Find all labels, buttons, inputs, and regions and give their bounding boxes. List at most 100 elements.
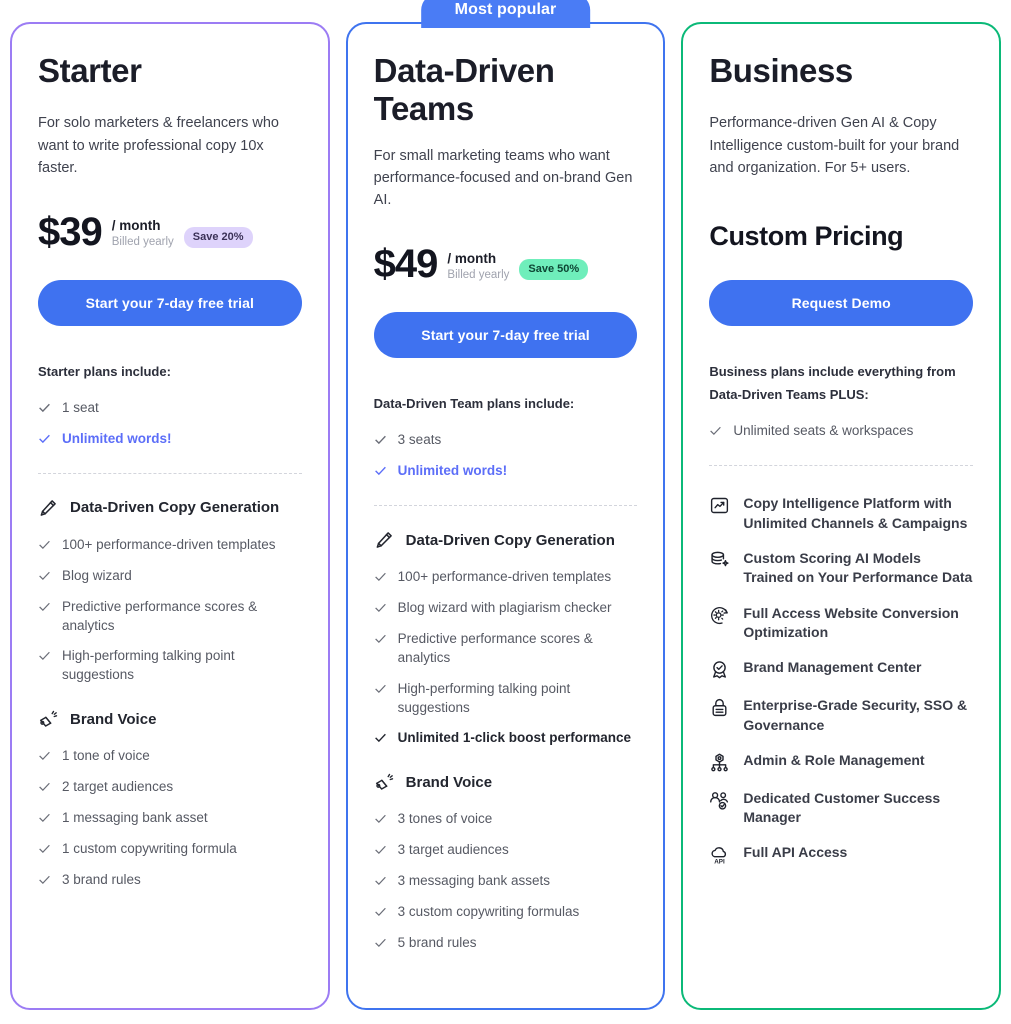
list-item-label: Unlimited words! [397,463,508,479]
org-chart-icon [711,753,729,772]
includes-list-starter: 1 seat Unlimited words! [38,393,302,455]
list-item-label: Unlimited 1-click boost performance [397,730,631,746]
plan-name-business: Business [709,52,853,89]
includes-title-business: Business plans include everything from D… [709,363,956,403]
price-billed-starter: Billed yearly [111,236,174,249]
includes-title-data-driven-teams: Data-Driven Team plans include: [373,395,575,411]
check-icon [374,634,386,643]
check-icon [374,466,386,476]
feature-row: API Full API Access [709,835,973,873]
feature-group-header: Data-Driven Copy Generation [374,530,638,550]
check-icon [39,844,50,853]
check-icon [710,427,722,436]
check-icon [39,782,50,792]
price-period-starter: / month [111,218,161,234]
feature-list-brand-voice-teams: 3 tones of voice 3 target audiences 3 me… [374,804,638,958]
plan-name-starter: Starter [38,52,142,89]
list-item: Unlimited words! [38,424,302,455]
feature-row-label: Brand Management Center [743,659,922,676]
check-icon [39,434,50,444]
cta-button-starter[interactable]: Start your 7-day free trial [38,279,302,326]
list-item: 1 seat [38,393,302,424]
list-item: 3 tones of voice [374,804,638,835]
pricing-card-business: Business Performance-driven Gen AI & Cop… [681,22,1002,1010]
feature-group-title: Data-Driven Copy Generation [70,499,280,517]
list-item: 3 custom copywriting formulas [374,897,638,928]
pricing-card-starter: Starter For solo marketers & freelancers… [10,22,330,1010]
feature-row-label: Full Access Website Conversion Optimizat… [743,604,959,640]
plan-description-business: Performance-driven Gen AI & Copy Intelli… [709,115,960,177]
save-badge-data-driven-teams: Save 50% [519,258,589,280]
badge-check-icon [713,661,727,679]
list-item-label: 1 messaging bank asset [62,809,208,825]
list-item: 3 brand rules [38,865,302,896]
check-icon [374,572,386,582]
check-icon [374,684,386,693]
cloud-api-icon: API [711,847,727,865]
save-badge-starter: Save 20% [183,226,253,248]
list-item-label: Predictive performance scores & analytic… [62,598,258,633]
check-icon [374,815,386,824]
pencil-icon [40,500,56,516]
feature-row-label: Full API Access [743,844,848,861]
list-item-label: 3 seats [397,432,442,448]
list-item-label: Unlimited words! [62,430,172,446]
feature-list-copy-generation-starter: 100+ performance-driven templates Blog w… [38,530,302,691]
list-item: Unlimited words! [374,456,638,487]
list-item-label: 3 target audiences [397,842,509,858]
plan-name-data-driven-teams: Data-Driven Teams [373,52,555,128]
check-icon [39,540,50,549]
list-item: Predictive performance scores & analytic… [374,624,638,674]
cta-button-data-driven-teams[interactable]: Start your 7-day free trial [373,311,638,358]
feature-row-label: Enterprise-Grade Security, SSO & Governa… [743,697,968,733]
feature-list-brand-voice-starter: 1 tone of voice 2 target audiences 1 mes… [38,741,302,895]
list-item: High-performing talking point suggestion… [38,641,302,691]
list-item: Unlimited seats & workspaces [709,416,973,447]
list-item-label: 3 messaging bank assets [397,873,551,889]
check-icon [374,734,386,743]
check-icon [39,571,50,580]
feature-group-header: Data-Driven Copy Generation [38,498,302,518]
megaphone-icon [375,774,393,791]
check-icon [374,603,386,613]
feature-row-label: Custom Scoring AI Models Trained on Your… [743,549,973,586]
list-item: 1 tone of voice [38,741,302,772]
cta-button-business[interactable]: Request Demo [709,279,974,326]
list-item: 100+ performance-driven templates [38,530,302,561]
list-item-label: 3 custom copywriting formulas [397,904,580,920]
list-item: Blog wizard with plagiarism checker [374,593,638,624]
pricing-card-data-driven-teams: Most popular Data-Driven Teams For small… [345,0,666,1010]
list-item: 5 brand rules [374,928,638,959]
chart-box-icon [711,498,729,514]
list-item-label: 100+ performance-driven templates [397,569,612,585]
most-popular-badge: Most popular [420,0,591,28]
includes-title-starter: Starter plans include: [38,363,171,379]
list-item-label: 3 tones of voice [397,811,493,827]
feature-row: Full Access Website Conversion Optimizat… [709,596,973,651]
check-icon [374,907,386,917]
list-item-label: 1 tone of voice [62,748,150,764]
gear-optimize-icon [711,606,729,624]
list-item-label: 3 brand rules [62,871,141,887]
check-icon [374,846,386,855]
price-block-starter: $39 / month Billed yearly Save 20% [38,202,302,252]
feature-group-title: Brand Voice [70,710,157,728]
price-amount-starter: $39 [38,209,103,254]
list-item: 3 target audiences [374,835,638,866]
list-item-label: High-performing talking point suggestion… [62,648,235,683]
check-icon [374,938,386,947]
list-item-label: Blog wizard with plagiarism checker [397,600,612,615]
feature-row: Copy Intelligence Platform with Unlimite… [709,486,973,541]
feature-group-title: Data-Driven Copy Generation [405,531,615,549]
check-icon [39,652,50,661]
lock-icon [712,699,727,717]
list-item-label: Predictive performance scores & analytic… [397,630,593,665]
includes-list-data-driven-teams: 3 seats Unlimited words! [374,425,638,487]
list-item-label: 100+ performance-driven templates [62,536,276,552]
section-divider [38,472,302,474]
list-item: Unlimited 1-click boost performance [374,723,638,754]
list-item-label: 2 target audiences [62,779,174,795]
